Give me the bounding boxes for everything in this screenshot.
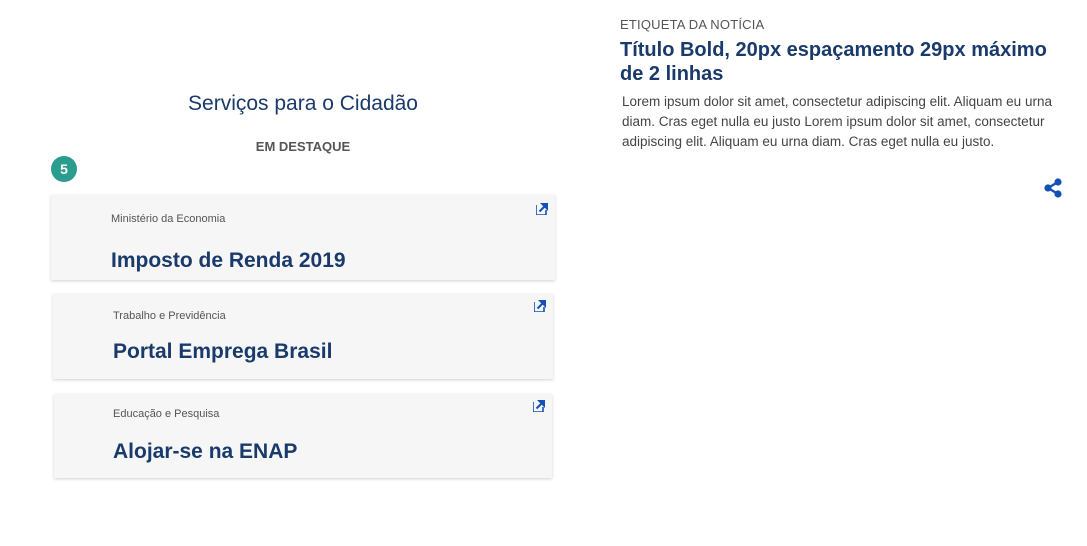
service-card-enap[interactable]: Educação e Pesquisa Alojar-se na ENAP bbox=[54, 394, 552, 478]
external-link-icon[interactable] bbox=[534, 300, 546, 312]
news-tag: ETIQUETA DA NOTÍCIA bbox=[620, 17, 765, 32]
news-body: Lorem ipsum dolor sit amet, consectetur … bbox=[622, 94, 1052, 149]
service-card-imposto-de-renda[interactable]: Ministério da Economia Imposto de Renda … bbox=[51, 195, 555, 280]
services-title: Serviços para o Cidadão bbox=[188, 92, 418, 115]
card-agency: Ministério da Economia bbox=[111, 213, 226, 225]
count-badge: 5 bbox=[51, 156, 77, 182]
card-service-title: Imposto de Renda 2019 bbox=[111, 249, 346, 272]
services-subtitle: EM DESTAQUE bbox=[255, 139, 351, 154]
share-icon[interactable] bbox=[1043, 178, 1063, 198]
card-service-title: Portal Emprega Brasil bbox=[113, 340, 333, 363]
news-title[interactable]: Título Bold, 20px espaçamento 29px máxim… bbox=[620, 38, 1065, 86]
external-link-icon[interactable] bbox=[536, 203, 548, 215]
card-agency: Educação e Pesquisa bbox=[113, 408, 220, 420]
card-agency: Trabalho e Previdência bbox=[113, 310, 226, 322]
card-service-title: Alojar-se na ENAP bbox=[113, 440, 298, 463]
external-link-icon[interactable] bbox=[533, 400, 545, 412]
service-card-emprega-brasil[interactable]: Trabalho e Previdência Portal Emprega Br… bbox=[53, 294, 553, 379]
